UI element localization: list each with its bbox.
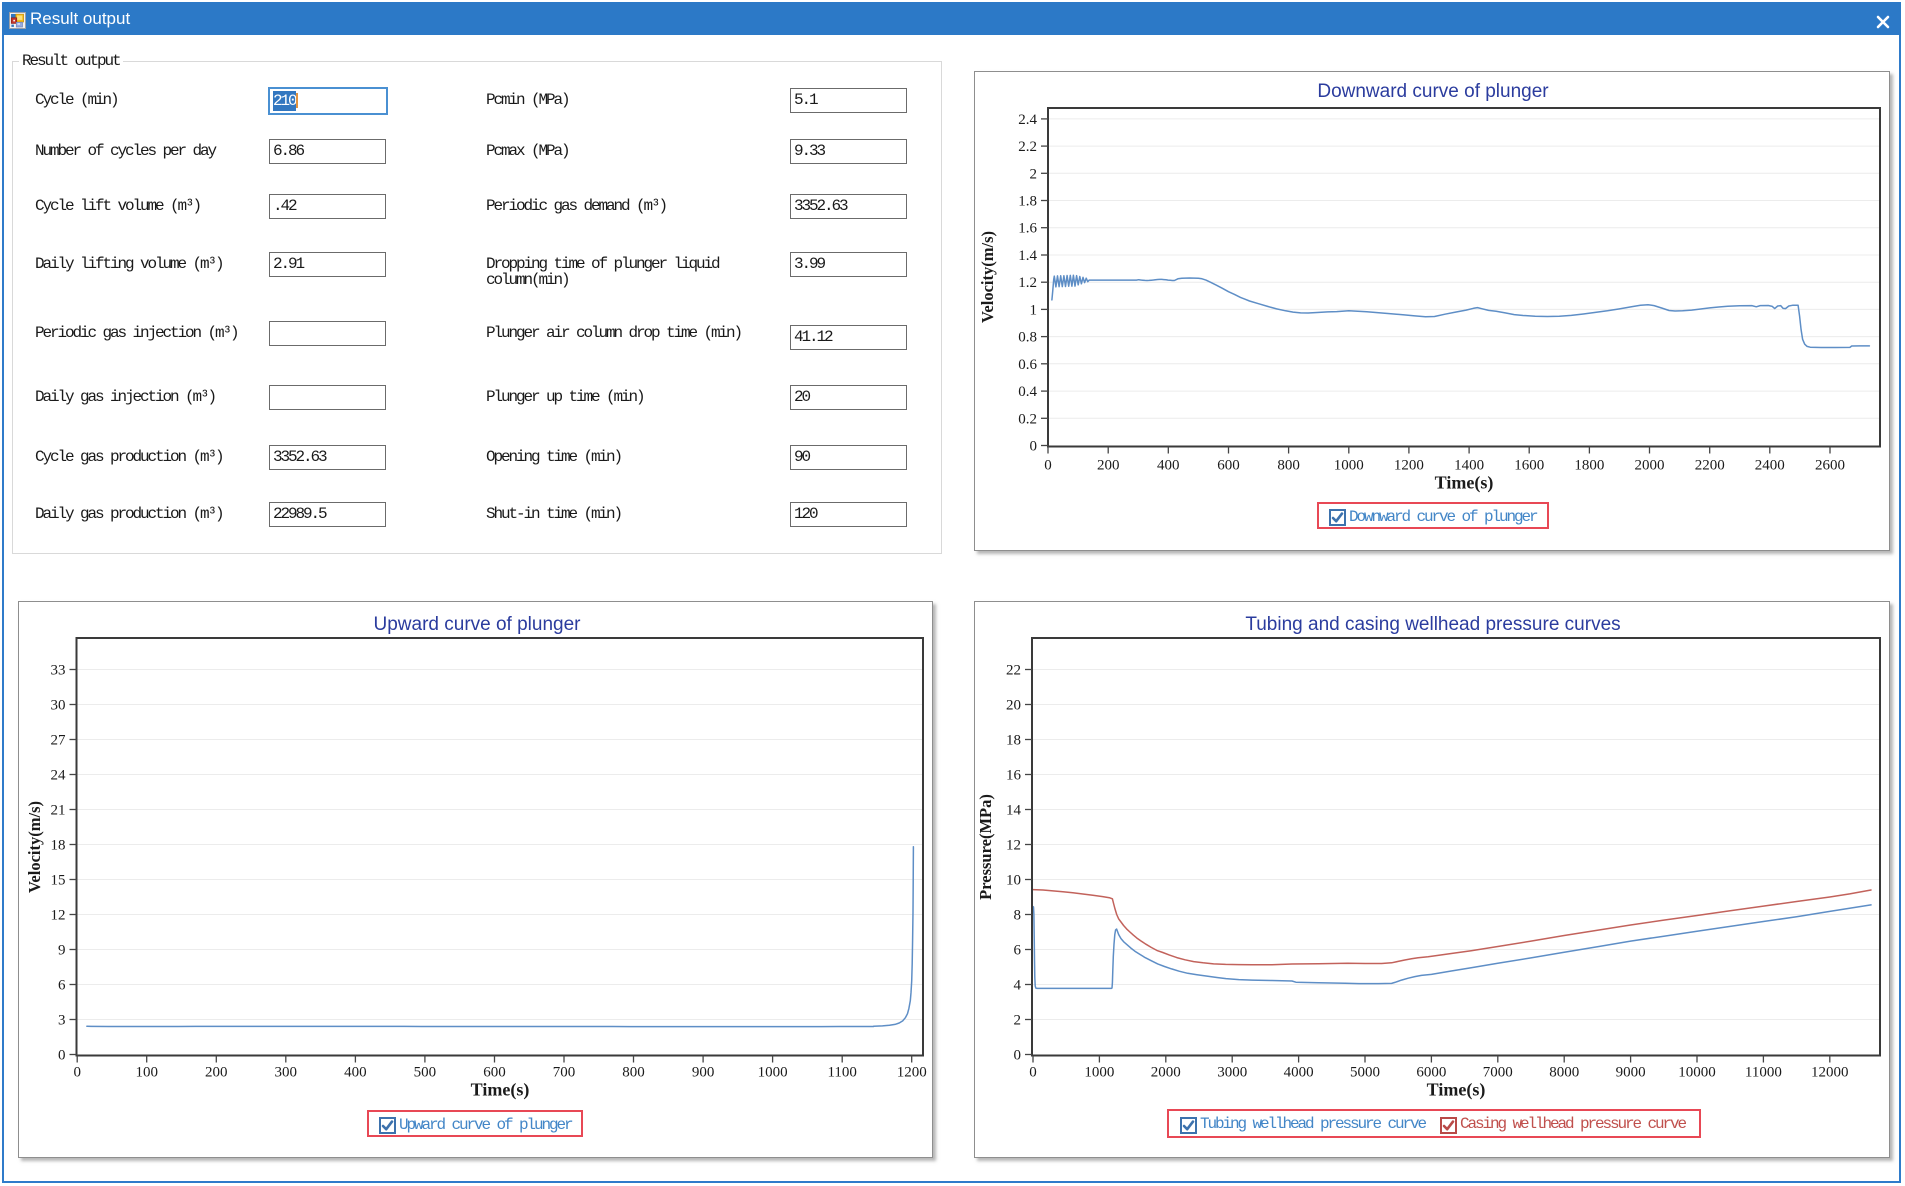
- svg-text:800: 800: [1277, 458, 1300, 474]
- svg-text:500: 500: [414, 1065, 437, 1081]
- svg-text:0: 0: [73, 1065, 81, 1081]
- svg-text:3000: 3000: [1217, 1065, 1247, 1081]
- svg-text:0: 0: [1014, 1048, 1022, 1064]
- svg-text:11000: 11000: [1745, 1065, 1782, 1081]
- svg-text:Tubing and casing wellhead pre: Tubing and casing wellhead pressure curv…: [1245, 614, 1620, 635]
- svg-text:12: 12: [51, 908, 66, 924]
- svg-text:0.8: 0.8: [1018, 330, 1037, 346]
- svg-text:600: 600: [1217, 458, 1240, 474]
- svg-text:1200: 1200: [897, 1065, 927, 1081]
- svg-text:100: 100: [135, 1065, 158, 1081]
- svg-text:Time(s): Time(s): [1427, 1080, 1486, 1101]
- svg-text:6000: 6000: [1416, 1065, 1446, 1081]
- svg-text:Downward curve of plunger: Downward curve of plunger: [1317, 81, 1549, 102]
- svg-text:2.2: 2.2: [1018, 139, 1037, 155]
- svg-text:7000: 7000: [1483, 1065, 1513, 1081]
- svg-text:400: 400: [1157, 458, 1180, 474]
- svg-text:21: 21: [51, 803, 66, 819]
- svg-text:1000: 1000: [1084, 1065, 1114, 1081]
- svg-text:700: 700: [553, 1065, 576, 1081]
- svg-text:1.4: 1.4: [1018, 248, 1037, 264]
- svg-text:33: 33: [51, 663, 66, 679]
- svg-text:2200: 2200: [1695, 458, 1725, 474]
- svg-text:2400: 2400: [1755, 458, 1785, 474]
- svg-text:600: 600: [483, 1065, 506, 1081]
- svg-text:1800: 1800: [1574, 458, 1604, 474]
- svg-text:0.2: 0.2: [1018, 411, 1037, 427]
- svg-text:24: 24: [51, 768, 67, 784]
- svg-text:1.8: 1.8: [1018, 194, 1037, 210]
- svg-text:15: 15: [51, 873, 66, 889]
- svg-text:0.4: 0.4: [1018, 384, 1037, 400]
- svg-text:2.4: 2.4: [1018, 112, 1037, 128]
- svg-text:12: 12: [1006, 838, 1021, 854]
- svg-text:1.6: 1.6: [1018, 221, 1037, 237]
- svg-text:18: 18: [51, 838, 66, 854]
- svg-text:400: 400: [344, 1065, 367, 1081]
- svg-text:6: 6: [58, 978, 66, 994]
- svg-text:0: 0: [58, 1048, 66, 1064]
- svg-text:800: 800: [622, 1065, 645, 1081]
- svg-text:200: 200: [1097, 458, 1120, 474]
- svg-text:12000: 12000: [1811, 1065, 1849, 1081]
- svg-text:1100: 1100: [827, 1065, 856, 1081]
- svg-text:200: 200: [205, 1065, 228, 1081]
- svg-text:8000: 8000: [1549, 1065, 1579, 1081]
- svg-text:9: 9: [58, 943, 66, 959]
- svg-text:0: 0: [1044, 458, 1052, 474]
- svg-text:30: 30: [51, 698, 66, 714]
- svg-text:Velocity(m/s): Velocity(m/s): [978, 231, 997, 323]
- svg-text:Velocity(m/s): Velocity(m/s): [25, 801, 44, 893]
- svg-text:1200: 1200: [1394, 458, 1424, 474]
- svg-text:Upward curve of plunger: Upward curve of plunger: [374, 614, 582, 635]
- svg-text:2000: 2000: [1635, 458, 1665, 474]
- svg-text:3: 3: [58, 1013, 66, 1029]
- svg-text:0: 0: [1029, 1065, 1037, 1081]
- svg-text:10000: 10000: [1678, 1065, 1716, 1081]
- svg-text:2: 2: [1030, 166, 1038, 182]
- svg-text:20: 20: [1006, 698, 1021, 714]
- svg-text:1400: 1400: [1454, 458, 1484, 474]
- svg-text:14: 14: [1006, 803, 1022, 819]
- svg-text:Pressure(MPa): Pressure(MPa): [976, 794, 995, 900]
- svg-text:900: 900: [692, 1065, 715, 1081]
- svg-text:300: 300: [275, 1065, 298, 1081]
- svg-text:1600: 1600: [1514, 458, 1544, 474]
- svg-text:4000: 4000: [1284, 1065, 1314, 1081]
- svg-text:4: 4: [1014, 978, 1022, 994]
- svg-text:18: 18: [1006, 733, 1021, 749]
- svg-text:10: 10: [1006, 873, 1021, 889]
- svg-text:0: 0: [1030, 439, 1038, 455]
- svg-text:6: 6: [1014, 943, 1022, 959]
- svg-text:Time(s): Time(s): [471, 1080, 530, 1101]
- svg-text:1: 1: [1030, 302, 1038, 318]
- svg-text:27: 27: [51, 733, 67, 749]
- svg-text:1000: 1000: [758, 1065, 788, 1081]
- svg-text:9000: 9000: [1616, 1065, 1646, 1081]
- svg-text:1.2: 1.2: [1018, 275, 1037, 291]
- svg-text:0.6: 0.6: [1018, 357, 1037, 373]
- svg-text:5000: 5000: [1350, 1065, 1380, 1081]
- svg-text:2000: 2000: [1151, 1065, 1181, 1081]
- svg-text:1000: 1000: [1334, 458, 1364, 474]
- svg-text:2600: 2600: [1815, 458, 1845, 474]
- svg-text:22: 22: [1006, 663, 1021, 679]
- svg-text:8: 8: [1014, 908, 1022, 924]
- svg-text:Time(s): Time(s): [1435, 473, 1494, 494]
- svg-text:2: 2: [1014, 1013, 1022, 1029]
- svg-text:16: 16: [1006, 768, 1022, 784]
